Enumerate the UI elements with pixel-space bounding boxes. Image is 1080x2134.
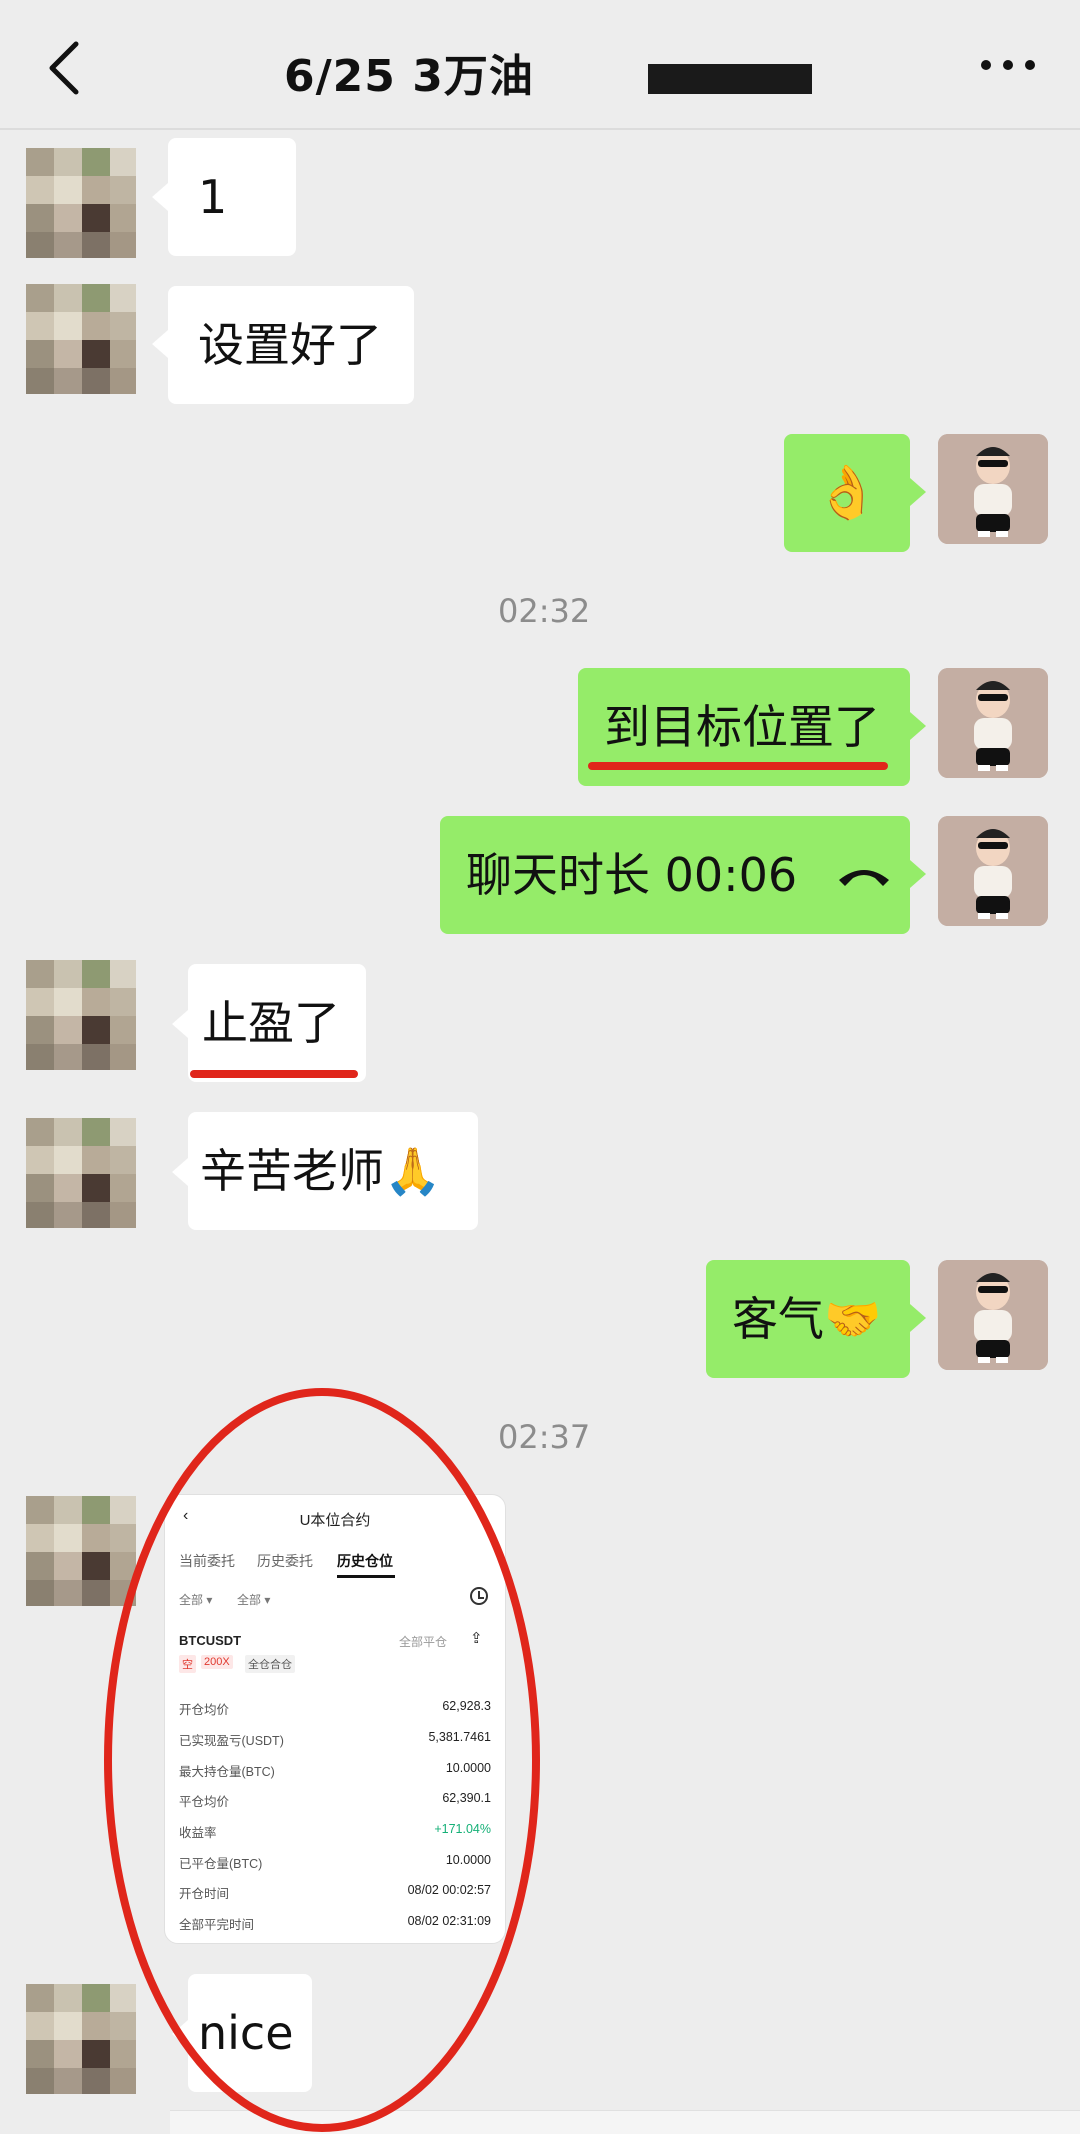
- close-all-label: 全部平仓: [399, 1635, 448, 1649]
- bubble-tail: [910, 1304, 926, 1332]
- message-text: 设置好了: [198, 318, 382, 372]
- message-text: 辛苦老师🙏: [200, 1144, 442, 1198]
- screenshot-title: U本位合约: [299, 1512, 371, 1529]
- message-bubble[interactable]: 👌: [784, 434, 910, 552]
- message-bubble[interactable]: 设置好了: [168, 286, 414, 404]
- tab-position-history: 历史仓位: [337, 1553, 393, 1569]
- shared-screenshot[interactable]: ‹ U本位合约 当前委托 历史委托 历史仓位 全部 ▾ 全部 ▾ BTCUSDT…: [164, 1494, 506, 1944]
- red-underline: [588, 762, 888, 770]
- stat-row: 平仓均价 62,390.1: [179, 1791, 491, 1809]
- filter-dropdown: 全部 ▾: [237, 1593, 271, 1607]
- redaction-bar: [648, 64, 812, 94]
- call-record-bubble[interactable]: 聊天时长 00:06: [440, 816, 910, 934]
- chat-header: 6/25 3万油: [0, 0, 1080, 130]
- message-bubble[interactable]: nice: [188, 1974, 312, 2092]
- message-text: 聊天时长 00:06: [466, 848, 798, 902]
- message-bubble[interactable]: 客气🤝: [706, 1260, 910, 1378]
- red-annotation-ellipse: [104, 1388, 540, 2132]
- ellipsis-icon[interactable]: [978, 50, 1038, 80]
- margin-mode-tag: 全仓合仓: [245, 1655, 295, 1673]
- call-hangup-icon: [839, 870, 890, 886]
- message-text: 1: [198, 170, 228, 224]
- tab-current-orders: 当前委托: [179, 1553, 235, 1569]
- stat-row: 收益率 +171.04%: [179, 1822, 491, 1840]
- message-text: 止盈了: [202, 996, 340, 1050]
- bubble-tail: [910, 712, 926, 740]
- ok-hand-icon: 👌: [814, 463, 880, 523]
- bubble-tail: [910, 478, 926, 506]
- avatar[interactable]: [26, 284, 136, 394]
- red-underline: [190, 1070, 358, 1078]
- bubble-tail: [172, 1158, 188, 1186]
- message-bubble[interactable]: 止盈了: [188, 964, 366, 1082]
- avatar[interactable]: [26, 1118, 136, 1228]
- stat-row: 开仓均价 62,928.3: [179, 1699, 491, 1717]
- avatar[interactable]: [26, 1496, 136, 1606]
- timestamp: 02:32: [498, 592, 591, 630]
- message-bubble[interactable]: 1: [168, 138, 296, 256]
- tab-order-history: 历史委托: [257, 1553, 313, 1569]
- chevron-left-icon[interactable]: [44, 38, 84, 98]
- timestamp: 02:37: [498, 1418, 591, 1456]
- symbol-label: BTCUSDT: [179, 1633, 242, 1648]
- stat-row: 已平仓量(BTC) 10.0000: [179, 1853, 491, 1871]
- stat-row: 开仓时间 08/02 00:02:57: [179, 1883, 491, 1901]
- bubble-tail: [152, 183, 168, 211]
- bubble-tail: [910, 860, 926, 888]
- avatar[interactable]: [938, 1260, 1048, 1370]
- avatar[interactable]: [938, 434, 1048, 544]
- bubble-tail: [152, 330, 168, 358]
- chat-title: 6/25 3万油: [284, 51, 534, 102]
- share-icon: ⇪: [470, 1630, 483, 1647]
- filter-dropdown: 全部 ▾: [179, 1593, 213, 1607]
- avatar[interactable]: [938, 816, 1048, 926]
- clock-icon: [470, 1587, 488, 1605]
- stat-row: 全部平完时间 08/02 02:31:09: [179, 1914, 491, 1932]
- message-text: nice: [198, 2006, 294, 2060]
- bubble-tail: [172, 1010, 188, 1038]
- short-tag: 空: [179, 1655, 196, 1673]
- bubble-tail: [172, 2020, 188, 2048]
- leverage-tag: 200X: [201, 1655, 233, 1669]
- avatar[interactable]: [938, 668, 1048, 778]
- input-bar-edge: [170, 2110, 1080, 2134]
- avatar[interactable]: [26, 148, 136, 258]
- message-text: 到目标位置了: [604, 700, 880, 754]
- stat-row: 已实现盈亏(USDT) 5,381.7461: [179, 1730, 491, 1748]
- avatar[interactable]: [26, 960, 136, 1070]
- stat-row: 最大持仓量(BTC) 10.0000: [179, 1761, 491, 1779]
- avatar[interactable]: [26, 1984, 136, 2094]
- message-text: 客气🤝: [732, 1292, 882, 1346]
- message-bubble[interactable]: 辛苦老师🙏: [188, 1112, 478, 1230]
- active-tab-indicator: [337, 1575, 395, 1578]
